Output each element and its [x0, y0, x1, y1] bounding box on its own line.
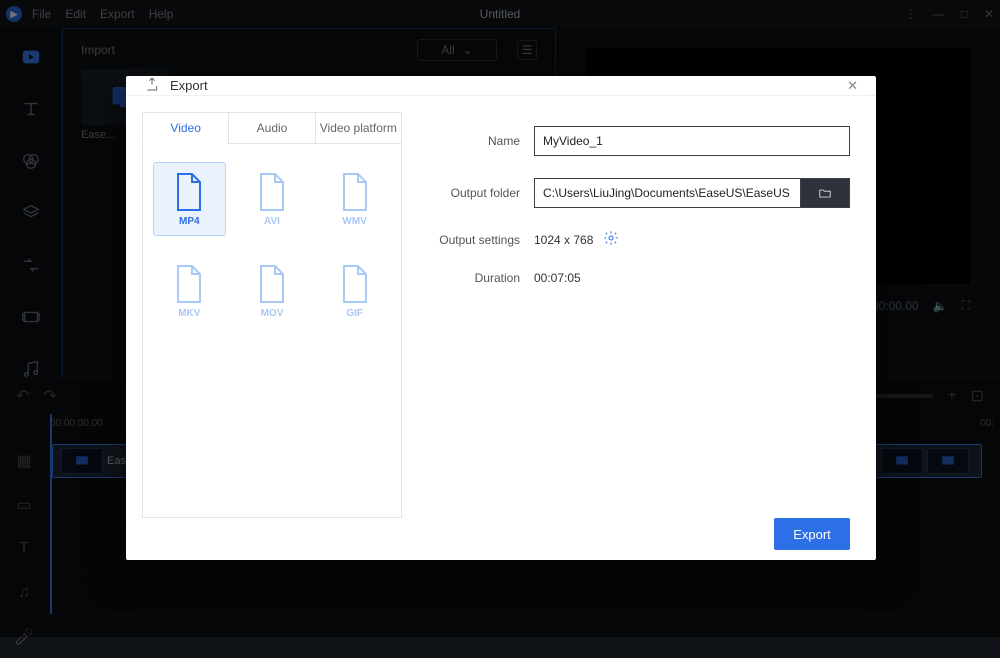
file-icon: [339, 264, 371, 304]
format-mp4[interactable]: MP4: [153, 162, 226, 236]
tab-video[interactable]: Video: [142, 112, 229, 144]
duration-value: 00:07:05: [534, 271, 581, 285]
format-label: MOV: [261, 308, 284, 319]
format-label: MP4: [179, 216, 200, 227]
format-wmv[interactable]: WMV: [318, 162, 391, 236]
export-icon: [144, 76, 160, 95]
settings-label: Output settings: [420, 233, 520, 247]
file-icon: [173, 264, 205, 304]
format-label: AVI: [264, 216, 280, 227]
format-mkv[interactable]: MKV: [153, 254, 226, 328]
browse-folder-button[interactable]: [800, 178, 850, 208]
tab-audio[interactable]: Audio: [228, 112, 315, 144]
format-mov[interactable]: MOV: [236, 254, 309, 328]
format-grid: MP4 AVI WMV MKV MOV GIF: [153, 162, 391, 328]
export-button[interactable]: Export: [774, 518, 850, 550]
export-tabs: Video Audio Video platform: [142, 112, 402, 144]
folder-icon: [817, 186, 833, 200]
settings-gear-icon[interactable]: [603, 230, 619, 249]
file-icon: [256, 172, 288, 212]
duration-label: Duration: [420, 271, 520, 285]
export-modal: Export ✕ Video Audio Video platform MP4 A…: [126, 76, 876, 560]
format-label: GIF: [346, 308, 363, 319]
folder-label: Output folder: [420, 186, 520, 200]
tab-platform[interactable]: Video platform: [315, 112, 402, 144]
format-label: WMV: [342, 216, 366, 227]
file-icon: [256, 264, 288, 304]
close-icon[interactable]: ✕: [847, 78, 858, 94]
file-icon: [173, 172, 205, 212]
file-icon: [339, 172, 371, 212]
settings-value: 1024 x 768: [534, 233, 593, 247]
format-gif[interactable]: GIF: [318, 254, 391, 328]
format-label: MKV: [178, 308, 200, 319]
format-avi[interactable]: AVI: [236, 162, 309, 236]
name-label: Name: [420, 134, 520, 148]
folder-input[interactable]: [534, 178, 800, 208]
name-input[interactable]: [534, 126, 850, 156]
modal-title: Export: [170, 78, 208, 93]
